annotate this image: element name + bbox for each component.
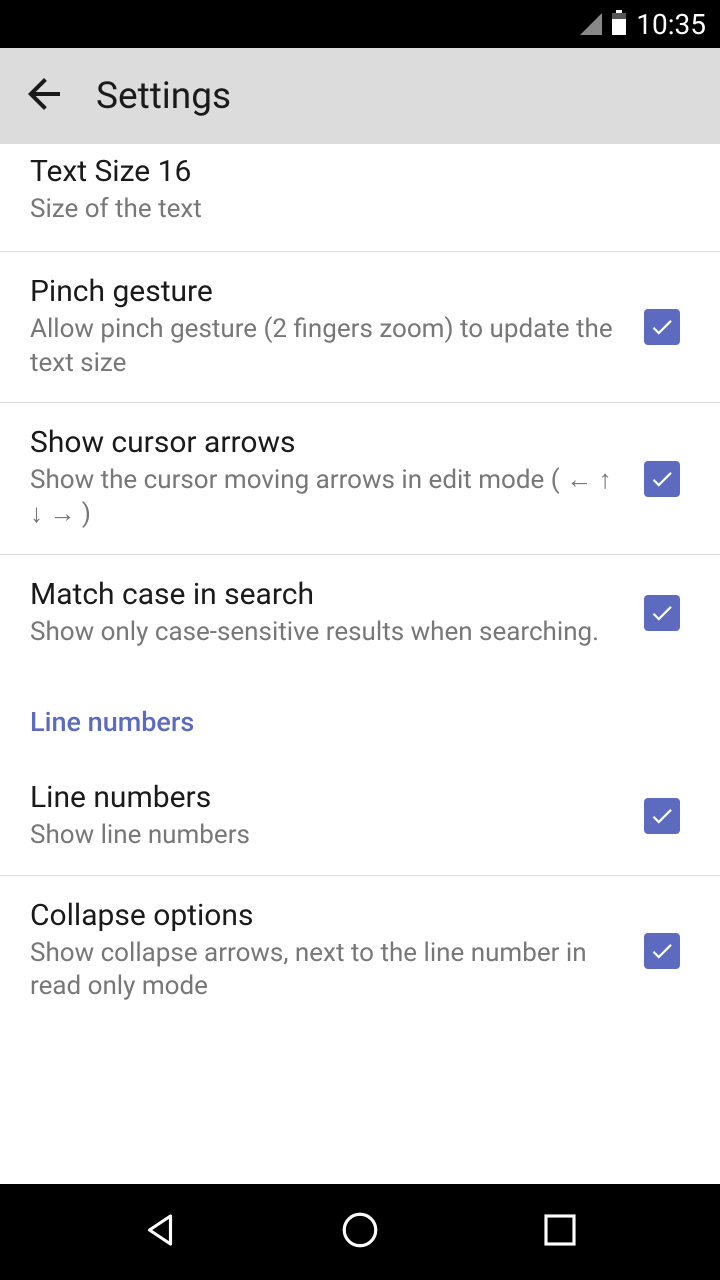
navigation-bar [0, 1184, 720, 1280]
app-bar: Settings [0, 48, 720, 144]
setting-title: Pinch gesture [30, 274, 624, 309]
nav-back-button[interactable] [139, 1209, 181, 1255]
setting-pinch-gesture[interactable]: Pinch gesture Allow pinch gesture (2 fin… [0, 252, 720, 403]
page-title: Settings [96, 75, 231, 118]
section-header-line-numbers: Line numbers [0, 672, 720, 758]
check-icon [649, 600, 675, 626]
nav-home-button[interactable] [339, 1209, 381, 1255]
checkbox-cursor-arrows[interactable] [644, 461, 680, 497]
checkbox-collapse[interactable] [644, 933, 680, 969]
signal-icon [580, 13, 602, 35]
checkbox-match-case[interactable] [644, 595, 680, 631]
setting-desc: Show only case-sensitive results when se… [30, 616, 624, 650]
setting-title: Line numbers [30, 780, 624, 815]
setting-collapse-options[interactable]: Collapse options Show collapse arrows, n… [0, 876, 720, 1027]
setting-cursor-arrows[interactable]: Show cursor arrows Show the cursor movin… [0, 403, 720, 554]
setting-title: Match case in search [30, 577, 624, 612]
checkbox-line-numbers[interactable] [644, 798, 680, 834]
square-recent-icon [539, 1209, 581, 1251]
check-icon [649, 314, 675, 340]
back-button[interactable] [20, 70, 68, 122]
setting-title: Text Size 16 [30, 154, 690, 189]
triangle-back-icon [139, 1209, 181, 1251]
check-icon [649, 466, 675, 492]
nav-recent-button[interactable] [539, 1209, 581, 1255]
setting-text-size[interactable]: Text Size 16 Size of the text [0, 144, 720, 251]
setting-desc: Size of the text [30, 193, 690, 227]
setting-desc: Show collapse arrows, next to the line n… [30, 937, 624, 1005]
setting-line-numbers[interactable]: Line numbers Show line numbers [0, 758, 720, 875]
status-bar: 10:35 [0, 0, 720, 48]
arrow-back-icon [20, 70, 68, 118]
circle-home-icon [339, 1209, 381, 1251]
setting-title: Show cursor arrows [30, 425, 624, 460]
status-time: 10:35 [636, 8, 706, 41]
battery-icon [612, 13, 626, 35]
check-icon [649, 803, 675, 829]
setting-desc: Show the cursor moving arrows in edit mo… [30, 464, 624, 532]
settings-list[interactable]: Text Size 16 Size of the text Pinch gest… [0, 144, 720, 1026]
setting-desc: Show line numbers [30, 819, 624, 853]
setting-match-case[interactable]: Match case in search Show only case-sens… [0, 555, 720, 672]
checkbox-pinch[interactable] [644, 309, 680, 345]
check-icon [649, 938, 675, 964]
setting-desc: Allow pinch gesture (2 fingers zoom) to … [30, 313, 624, 381]
setting-title: Collapse options [30, 898, 624, 933]
